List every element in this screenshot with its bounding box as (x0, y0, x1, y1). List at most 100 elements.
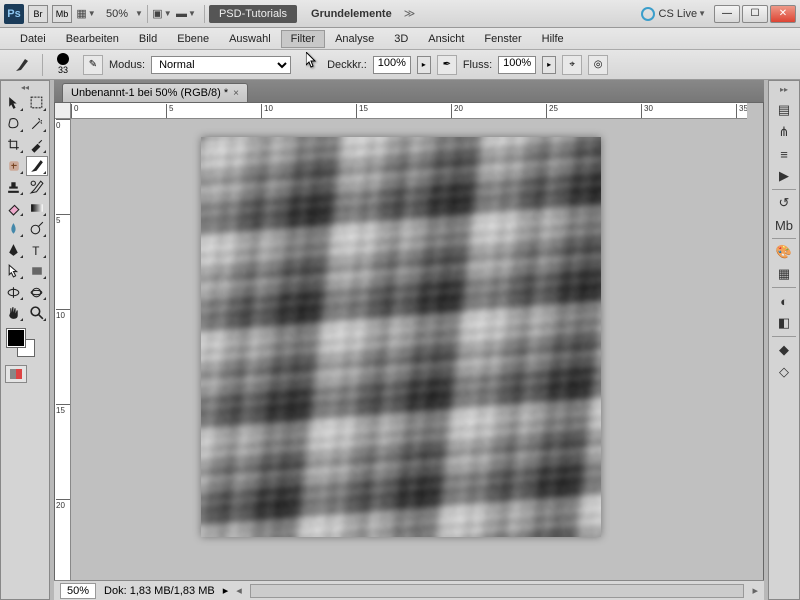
arrange-documents-icon[interactable]: ▣▼ (152, 5, 172, 23)
close-button[interactable]: ✕ (770, 5, 796, 23)
layers-ext-panel-icon[interactable]: ≡ (772, 143, 796, 165)
color-swatches[interactable] (3, 327, 47, 361)
menu-auswahl[interactable]: Auswahl (219, 30, 281, 48)
document-area: Unbenannt-1 bei 50% (RGB/8) * × 05101520… (54, 80, 764, 600)
menu-analyse[interactable]: Analyse (325, 30, 384, 48)
flow-label: Fluss: (463, 59, 492, 71)
minimize-button[interactable]: — (714, 5, 740, 23)
eraser-tool[interactable] (3, 198, 25, 218)
ps-logo-icon: Ps (4, 4, 24, 24)
minibridge-panel-icon[interactable]: ▤ (772, 99, 796, 121)
quick-mask-toggle[interactable] (5, 365, 27, 383)
masks-panel-icon[interactable]: ◧ (772, 312, 796, 334)
blend-mode-select[interactable]: Normal (151, 56, 291, 74)
stamp-tool[interactable] (3, 177, 25, 197)
view-extras-icon[interactable]: ▦▼ (76, 5, 96, 23)
zoom-dropdown-icon[interactable]: ▼ (135, 9, 143, 18)
styles-panel-icon[interactable]: ▦ (772, 263, 796, 285)
move-tool[interactable] (3, 93, 25, 113)
tablet-size-icon[interactable]: ◎ (588, 55, 608, 75)
paths-panel-icon[interactable]: ◇ (772, 361, 796, 383)
path-select-tool[interactable] (3, 261, 25, 281)
history-brush-tool[interactable] (26, 177, 48, 197)
status-flyout-icon[interactable]: ▸ (223, 584, 229, 597)
rectangle-tool[interactable] (26, 261, 48, 281)
minibridge-launcher[interactable]: Mb (52, 5, 72, 23)
options-bar: 33 ✎ Modus: Normal Deckkr.: 100% ▸ ✒ Flu… (0, 50, 800, 80)
mb-panel-panel-icon[interactable]: Mb (772, 214, 796, 236)
tablet-opacity-icon[interactable]: ✒ (437, 55, 457, 75)
screen-mode-icon[interactable]: ▬▼ (176, 5, 196, 23)
ruler-tick: 0 (56, 119, 70, 130)
workspace-other-button[interactable]: Grundelemente (303, 5, 400, 23)
menu-fenster[interactable]: Fenster (474, 30, 531, 48)
menu-filter[interactable]: Filter (281, 30, 325, 48)
separator (204, 5, 205, 23)
workspace-active-button[interactable]: PSD-Tutorials (209, 5, 297, 23)
healing-tool[interactable] (3, 156, 25, 176)
flow-field[interactable]: 100% (498, 56, 536, 74)
ruler-origin[interactable] (55, 103, 71, 119)
play-panel-icon[interactable]: ▶ (772, 165, 796, 187)
panel-collapse-icon[interactable]: ▸▸ (780, 85, 788, 95)
brush-size-label: 33 (58, 65, 68, 75)
3d-rotate-tool[interactable] (3, 282, 25, 302)
current-tool-brush-icon[interactable] (8, 54, 36, 76)
workspace-area: ◂◂ T Unbenannt-1 bei 50% (RGB/8) * × 051… (0, 80, 800, 600)
menu-ebene[interactable]: Ebene (167, 30, 219, 48)
horizontal-scrollbar[interactable] (250, 584, 745, 598)
cs-live-button[interactable]: CS Live▼ (641, 7, 706, 21)
opacity-field[interactable]: 100% (373, 56, 411, 74)
ruler-tick: 10 (261, 104, 273, 118)
status-zoom-field[interactable]: 50% (60, 583, 96, 599)
horizontal-ruler[interactable]: 05101520253035 (71, 103, 747, 119)
dodge-tool[interactable] (26, 219, 48, 239)
opacity-flyout-icon[interactable]: ▸ (417, 56, 431, 74)
brush-tool[interactable] (26, 156, 48, 176)
bridge-launcher[interactable]: Br (28, 5, 48, 23)
menu-3d[interactable]: 3D (384, 30, 418, 48)
marquee-tool[interactable] (26, 93, 48, 113)
channels-panel-icon[interactable]: ◆ (772, 339, 796, 361)
brush-preset-picker[interactable]: 33 (49, 53, 77, 77)
flow-flyout-icon[interactable]: ▸ (542, 56, 556, 74)
wand-tool[interactable] (26, 114, 48, 134)
menu-ansicht[interactable]: Ansicht (418, 30, 474, 48)
connect-panel-icon[interactable]: ⋔ (772, 121, 796, 143)
brush-panel-toggle-icon[interactable]: ✎ (83, 55, 103, 75)
menu-hilfe[interactable]: Hilfe (532, 30, 574, 48)
document-canvas[interactable] (201, 137, 601, 537)
zoom-tool[interactable] (26, 303, 48, 323)
airbrush-icon[interactable]: ⌖ (562, 55, 582, 75)
close-tab-icon[interactable]: × (233, 88, 239, 99)
zoom-level-display[interactable]: 50% (106, 8, 128, 20)
maximize-button[interactable]: ☐ (742, 5, 768, 23)
menu-bearbeiten[interactable]: Bearbeiten (56, 30, 129, 48)
vertical-ruler[interactable]: 0510152025 (55, 119, 71, 583)
panel-separator (772, 287, 796, 288)
hand-tool[interactable] (3, 303, 25, 323)
blur-tool[interactable] (3, 219, 25, 239)
foreground-color-swatch[interactable] (7, 329, 25, 347)
mode-label: Modus: (109, 59, 145, 71)
toolbox-collapse-icon[interactable]: ◂◂ (3, 83, 47, 93)
document-tab[interactable]: Unbenannt-1 bei 50% (RGB/8) * × (62, 83, 248, 102)
history-panel-icon[interactable]: ↺ (772, 192, 796, 214)
lasso-tool[interactable] (3, 114, 25, 134)
menu-bild[interactable]: Bild (129, 30, 167, 48)
eyedropper-tool[interactable] (26, 135, 48, 155)
adjustments-panel-icon[interactable]: ◐ (772, 290, 796, 312)
gradient-tool[interactable] (26, 198, 48, 218)
menu-datei[interactable]: Datei (10, 30, 56, 48)
status-doc-size[interactable]: Dok: 1,83 MB/1,83 MB (104, 585, 215, 597)
ruler-tick: 5 (166, 104, 173, 118)
crop-tool[interactable] (3, 135, 25, 155)
3d-orbit-tool[interactable] (26, 282, 48, 302)
pen-tool[interactable] (3, 240, 25, 260)
type-tool[interactable]: T (26, 240, 48, 260)
document-tab-title: Unbenannt-1 bei 50% (RGB/8) * (71, 87, 228, 99)
canvas-viewport[interactable] (71, 119, 747, 599)
workspace-overflow-icon[interactable]: ≫ (404, 7, 416, 20)
toolbox-panel: ◂◂ T (0, 80, 50, 600)
swatches-panel-icon[interactable]: 🎨 (772, 241, 796, 263)
